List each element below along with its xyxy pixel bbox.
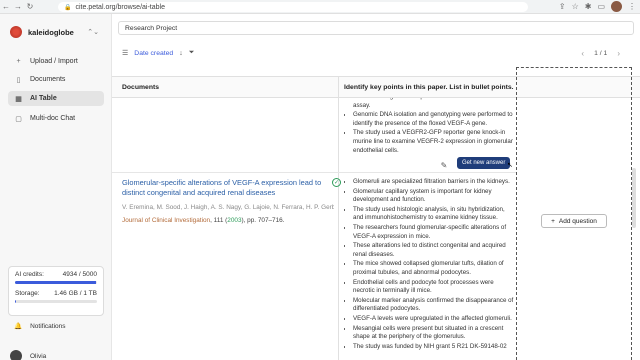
column-header-documents: Documents: [122, 84, 160, 91]
prev-page-icon[interactable]: ‹: [581, 49, 584, 58]
credits-bar-fill: [15, 281, 96, 284]
document-authors: V. Eremina, M. Sood, J. Haigh, A. S. Nag…: [122, 204, 334, 211]
list-item: The study used a VEGFR2-GFP reporter gen…: [353, 129, 514, 155]
add-question-button[interactable]: + Add question: [541, 214, 607, 228]
notifications[interactable]: 🔔 Notifications: [14, 322, 66, 331]
chat-icon: ▢: [15, 115, 22, 123]
scrollbar[interactable]: [632, 168, 636, 228]
mouse-cursor-icon: ↖: [507, 162, 513, 169]
avatar: [10, 350, 22, 360]
brand-name: kaleidoglobe: [28, 27, 74, 37]
list-item: Molecular marker analysis confirmed the …: [353, 297, 516, 314]
journal-volume: , 111 (: [210, 217, 228, 224]
sidebar-item-label: Upload / Import: [30, 58, 78, 65]
usage-panel: AI credits: 4934 / 5000 Storage: 1.46 GB…: [8, 266, 104, 316]
filter-icon[interactable]: ⏷: [189, 49, 195, 57]
bookmark-icon[interactable]: ☆: [572, 2, 579, 11]
list-item: The study was funded by NIH grant 5 R21 …: [353, 343, 516, 352]
brand[interactable]: kaleidoglobe: [10, 26, 74, 38]
sidebar-item-multi-doc-chat[interactable]: ▢ Multi-doc Chat: [8, 111, 104, 126]
address-bar[interactable]: 🔒 cite.petal.org/browse/ai-table: [58, 2, 528, 12]
brand-logo: [10, 26, 22, 38]
list-item: Endothelial cells and podocyte foot proc…: [353, 279, 516, 296]
document-citation: Journal of Clinical Investigation, 111 (…: [122, 217, 334, 224]
bell-icon: 🔔: [14, 323, 23, 330]
user-name: Olivia: [30, 352, 47, 360]
page-indicator: 1 / 1: [594, 50, 608, 57]
journal-name: Journal of Clinical Investigation: [122, 217, 211, 224]
project-selector[interactable]: Research Project: [118, 21, 634, 35]
storage-label: Storage:: [15, 290, 40, 297]
journal-pages: ), pp. 707–716.: [241, 217, 285, 224]
list-item: Glomeruli are specialized filtration bar…: [353, 178, 516, 187]
back-icon[interactable]: ←: [0, 1, 12, 13]
profile-avatar[interactable]: [611, 1, 622, 12]
sidebar-item-documents[interactable]: ▯ Documents: [8, 72, 104, 87]
menu-icon[interactable]: ⋮: [628, 2, 636, 11]
list-item: VEGF-A levels were upregulated in the af…: [353, 315, 516, 324]
column-header-question[interactable]: Identify key points in this paper. List …: [344, 84, 514, 91]
list-item: Genomic DNA isolation and genotyping wer…: [353, 111, 514, 128]
column-divider: [338, 76, 339, 360]
get-new-answer-button[interactable]: Get new answer: [457, 157, 511, 169]
list-item: The researchers found glomerular-specifi…: [353, 224, 516, 241]
answer-cell-row-2: Glomeruli are specialized filtration bar…: [344, 178, 516, 360]
plus-icon: +: [16, 58, 21, 65]
project-name: Research Project: [125, 24, 178, 32]
list-item: Glomerular capillary system is important…: [353, 188, 516, 205]
expand-collapse-icon[interactable]: ⌃⌄: [87, 28, 99, 36]
sidebar-item-label: Multi-doc Chat: [30, 115, 76, 122]
extensions-icon[interactable]: ✱: [585, 2, 592, 11]
notifications-label: Notifications: [30, 322, 66, 330]
storage-value: 1.46 GB / 1 TB: [54, 290, 97, 297]
add-question-label: Add question: [558, 217, 597, 225]
document-cell: Glomerular-specific alterations of VEGF-…: [122, 178, 341, 224]
list-item: Mesangial cells were present but situate…: [353, 325, 516, 342]
sort-field-button[interactable]: Date created: [134, 50, 173, 57]
plus-icon: +: [551, 217, 555, 225]
sidebar-item-label: Documents: [30, 76, 66, 83]
browser-toolbar: ← → ↻ 🔒 cite.petal.org/browse/ai-table ⇪…: [0, 0, 640, 14]
list-item: detected using a urine dipstick and a st…: [353, 98, 514, 110]
document-icon: ▯: [16, 76, 21, 84]
url-text: cite.petal.org/browse/ai-table: [75, 3, 165, 11]
edit-pencil-icon[interactable]: ✎: [438, 159, 450, 171]
main-content: Research Project ☰ Date created ↓ ⏷ ‹ 1 …: [112, 14, 640, 360]
next-page-icon[interactable]: ›: [617, 49, 620, 58]
user-profile[interactable]: Olivia: [10, 350, 46, 360]
sidebar-icon[interactable]: ▭: [597, 2, 605, 11]
table-toolbar: ☰ Date created ↓ ⏷: [122, 49, 194, 57]
sidebar: kaleidoglobe ⌃⌄ + Upload / Import ▯ Docu…: [0, 14, 112, 360]
sidebar-item-upload[interactable]: + Upload / Import: [8, 54, 104, 69]
lock-icon: 🔒: [64, 4, 72, 11]
pagination: ‹ 1 / 1 ›: [581, 49, 620, 58]
list-item: The study used histologic analysis, in s…: [353, 206, 516, 223]
sort-icon[interactable]: ☰: [122, 49, 128, 57]
sort-direction-icon[interactable]: ↓: [179, 50, 183, 57]
document-title[interactable]: Glomerular-specific alterations of VEGF-…: [122, 178, 334, 198]
forward-icon[interactable]: →: [12, 1, 24, 13]
sidebar-item-ai-table[interactable]: ▦ AI Table: [8, 91, 104, 106]
credits-label: AI credits:: [15, 271, 44, 278]
list-item: The mice showed collapsed glomerular tuf…: [353, 260, 516, 277]
add-question-column: + Add question: [516, 67, 632, 360]
storage-bar-fill: [15, 300, 16, 303]
sidebar-item-label: AI Table: [30, 95, 57, 102]
credits-bar: [15, 281, 97, 284]
row-divider: [112, 172, 516, 173]
journal-year: 2003: [227, 217, 242, 224]
check-circle-icon: ✓: [332, 178, 341, 187]
reload-icon[interactable]: ↻: [24, 1, 36, 13]
credits-value: 4934 / 5000: [62, 271, 97, 278]
storage-bar: [15, 300, 97, 303]
share-icon[interactable]: ⇪: [559, 2, 566, 11]
table-icon: ▦: [15, 95, 22, 103]
list-item: These alterations led to distinct congen…: [353, 242, 516, 259]
